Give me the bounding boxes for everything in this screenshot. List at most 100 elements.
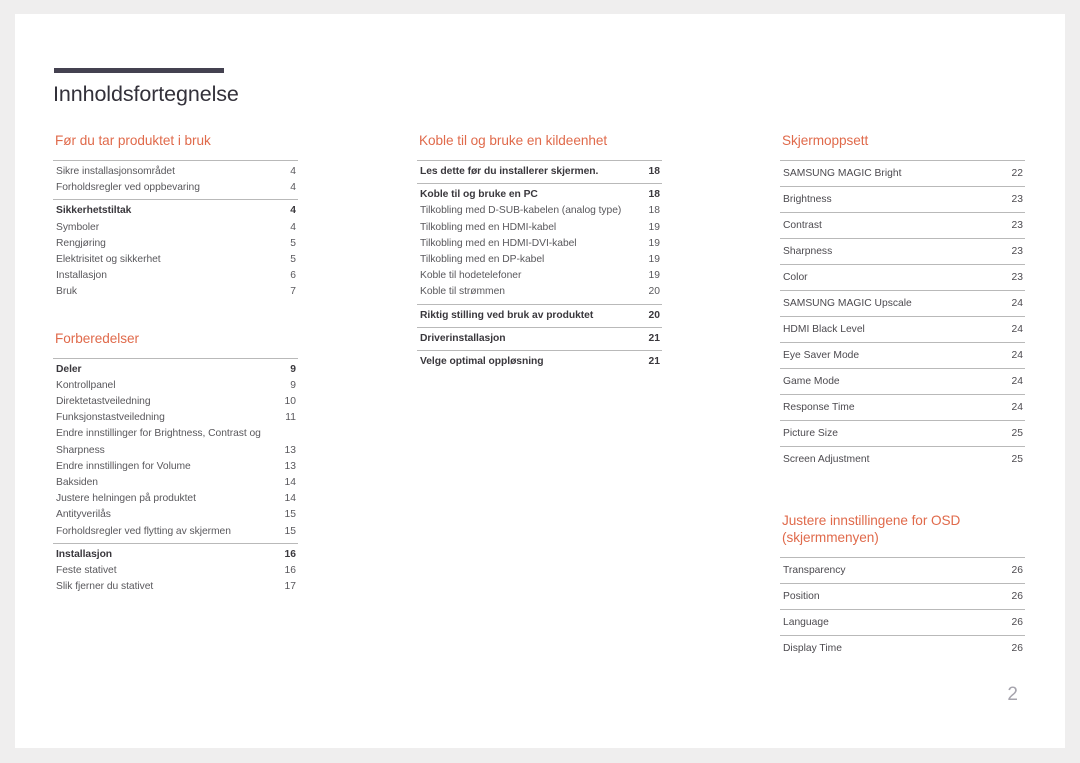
toc-entry-label: Forholdsregler ved oppbevaring (56, 182, 200, 194)
toc-entry[interactable]: Funksjonstastveiledning 11 (53, 410, 298, 426)
toc-entry[interactable]: Eye Saver Mode 24 (780, 342, 1025, 368)
toc-entry-label: SAMSUNG MAGIC Bright (783, 167, 902, 179)
toc-entry-page: 26 (1011, 642, 1023, 654)
toc-entry-page: 23 (1011, 193, 1023, 205)
toc-entry-page: 16 (284, 548, 296, 560)
toc-entry[interactable]: Display Time 26 (780, 635, 1025, 661)
toc-entry-page: 10 (284, 396, 296, 408)
toc-entry[interactable]: Direktetastveiledning 10 (53, 394, 298, 410)
toc-entry[interactable]: Response Time 24 (780, 394, 1025, 420)
toc-entry-label: Response Time (783, 401, 855, 413)
toc-entry-label: Feste stativet (56, 565, 117, 577)
toc-entry[interactable]: Forholdsregler ved oppbevaring 4 (53, 180, 298, 196)
section-title: Skjermoppsett (782, 133, 869, 148)
toc-entry-page: 18 (648, 205, 660, 217)
toc-group: Les dette før du installerer skjermen. 18 (417, 160, 662, 183)
toc-entry[interactable]: Installasjon 6 (53, 268, 298, 284)
toc-entry-label: Endre innstillingen for Volume (56, 460, 191, 472)
toc-group-heading[interactable]: Deler 9 (53, 362, 298, 378)
toc-entry-page: 4 (290, 166, 296, 177)
toc-entry[interactable]: Koble til hodetelefoner 19 (417, 268, 662, 284)
toc-entry[interactable]: Contrast 23 (780, 212, 1025, 238)
toc-entry[interactable]: Forholdsregler ved flytting av skjermen 1… (53, 524, 298, 540)
toc-group-heading[interactable]: Velge optimal oppløsning 21 (417, 354, 662, 370)
document-page: Innholdsfortegnelse Før du tar produktet… (15, 14, 1065, 748)
toc-entry[interactable]: Transparency 26 (780, 557, 1025, 583)
toc-entry[interactable]: Baksiden 14 (53, 475, 298, 491)
toc-entry-page: 23 (1011, 219, 1023, 231)
toc-entry[interactable]: Position 26 (780, 583, 1025, 609)
toc-columns: Før du tar produktet i bruk Sikre install… (15, 132, 1065, 692)
toc-entry-page: 20 (648, 286, 660, 298)
toc-entry[interactable]: Justere helningen på produktet 14 (53, 491, 298, 507)
toc-entry-page: 13 (284, 444, 296, 456)
section-title: Før du tar produktet i bruk (55, 133, 211, 148)
toc-group-heading[interactable]: Koble til og bruke en PC 18 (417, 187, 662, 203)
toc-entry-label: Riktig stilling ved bruk av produktet (420, 309, 594, 321)
toc-entry[interactable]: Feste stativet 16 (53, 563, 298, 579)
toc-entry-page: 24 (1011, 375, 1023, 387)
toc-entry-label: Installasjon (56, 548, 113, 560)
toc-entry-page: 5 (290, 237, 296, 249)
toc-entry-label: Koble til hodetelefoner (420, 270, 522, 282)
toc-group-heading[interactable]: Riktig stilling ved bruk av produktet 20 (417, 308, 662, 324)
toc-entry-page: 25 (1011, 453, 1023, 465)
toc-entry[interactable]: Kontrollpanel 9 (53, 378, 298, 394)
toc-column-2: Koble til og bruke en kildeenhet Les dett… (417, 132, 662, 373)
toc-entry-label: Kontrollpanel (56, 379, 116, 391)
toc-entry-page: 14 (284, 493, 296, 505)
toc-entry-page: 24 (1011, 297, 1023, 309)
toc-entry-page: 19 (648, 270, 660, 282)
toc-entry[interactable]: Bruk 7 (53, 284, 298, 300)
toc-group: Installasjon 16 Feste stativet 16 Slik fjern… (53, 542, 298, 599)
toc-entry[interactable]: Slik fjerner du stativet 17 (53, 579, 298, 595)
toc-entry-page: 21 (648, 332, 660, 344)
toc-entry-label: Antityverilås (56, 509, 111, 521)
toc-entry[interactable]: HDMI Black Level 24 (780, 316, 1025, 342)
toc-column-1: Før du tar produktet i bruk Sikre install… (53, 132, 298, 598)
toc-entry-label: SAMSUNG MAGIC Upscale (783, 297, 912, 309)
toc-entry[interactable]: Elektrisitet og sikkerhet 5 (53, 252, 298, 268)
toc-entry-page: 7 (290, 286, 296, 298)
toc-entry[interactable]: Koble til strømmen 20 (417, 284, 662, 300)
toc-entry-label: Picture Size (783, 427, 838, 439)
toc-entry[interactable]: Endre innstillinger for Brightness, Cont… (53, 426, 298, 458)
toc-group-heading[interactable]: Sikkerhetstiltak 4 (53, 203, 298, 219)
section-title: Forberedelser (55, 330, 139, 346)
toc-entry[interactable]: Color 23 (780, 264, 1025, 290)
toc-entry[interactable]: Symboler 4 (53, 220, 298, 236)
toc-entry-page: 17 (284, 581, 296, 593)
toc-entry[interactable]: Game Mode 24 (780, 368, 1025, 394)
toc-entry[interactable]: SAMSUNG MAGIC Upscale 24 (780, 290, 1025, 316)
title-accent-rule (54, 68, 224, 73)
toc-entry-label: Tilkobling med en HDMI-DVI-kabel (420, 237, 577, 249)
toc-entry[interactable]: Tilkobling med en HDMI-kabel 19 (417, 220, 662, 236)
toc-entry-page: 24 (1011, 349, 1023, 361)
toc-entry[interactable]: Screen Adjustment 25 (780, 446, 1025, 472)
toc-entry[interactable]: Sikre installasjonsområdet 4 (53, 164, 298, 180)
toc-entry[interactable]: Picture Size 25 (780, 420, 1025, 446)
toc-entry-page: 19 (648, 221, 660, 233)
toc-entry[interactable]: Tilkobling med en DP-kabel 19 (417, 252, 662, 268)
toc-entry-label: Sharpness (783, 245, 833, 257)
toc-entry[interactable]: Endre innstillingen for Volume 13 (53, 459, 298, 475)
toc-group: Velge optimal oppløsning 21 (417, 350, 662, 373)
toc-entry[interactable]: Sharpness 23 (780, 238, 1025, 264)
toc-group-heading[interactable]: Driverinstallasjon 21 (417, 331, 662, 347)
toc-group: Deler 9 Kontrollpanel 9 Direktetastveilednin… (53, 357, 298, 543)
toc-entry[interactable]: Language 26 (780, 609, 1025, 635)
toc-entry[interactable]: Tilkobling med en HDMI-DVI-kabel 19 (417, 236, 662, 252)
toc-group-heading[interactable]: Installasjon 16 (53, 547, 298, 563)
toc-entry[interactable]: SAMSUNG MAGIC Bright 22 (780, 160, 1025, 186)
toc-entry-label: Funksjonstastveiledning (56, 412, 165, 424)
toc-group-heading[interactable]: Les dette før du installerer skjermen. 18 (417, 164, 662, 180)
toc-entry-page: 22 (1011, 167, 1023, 179)
toc-entry[interactable]: Brightness 23 (780, 186, 1025, 212)
section-title: Koble til og bruke en kildeenhet (419, 133, 608, 148)
toc-entry-page: 25 (1011, 427, 1023, 439)
section-title: Justere innstillingene for OSD (skjermme… (782, 513, 961, 545)
toc-entry[interactable]: Tilkobling med D-SUB-kabelen (analog typ… (417, 203, 662, 219)
toc-entry[interactable]: Antityverilås 15 (53, 507, 298, 523)
toc-entry-page: 20 (648, 309, 660, 321)
toc-entry[interactable]: Rengjøring 5 (53, 236, 298, 252)
